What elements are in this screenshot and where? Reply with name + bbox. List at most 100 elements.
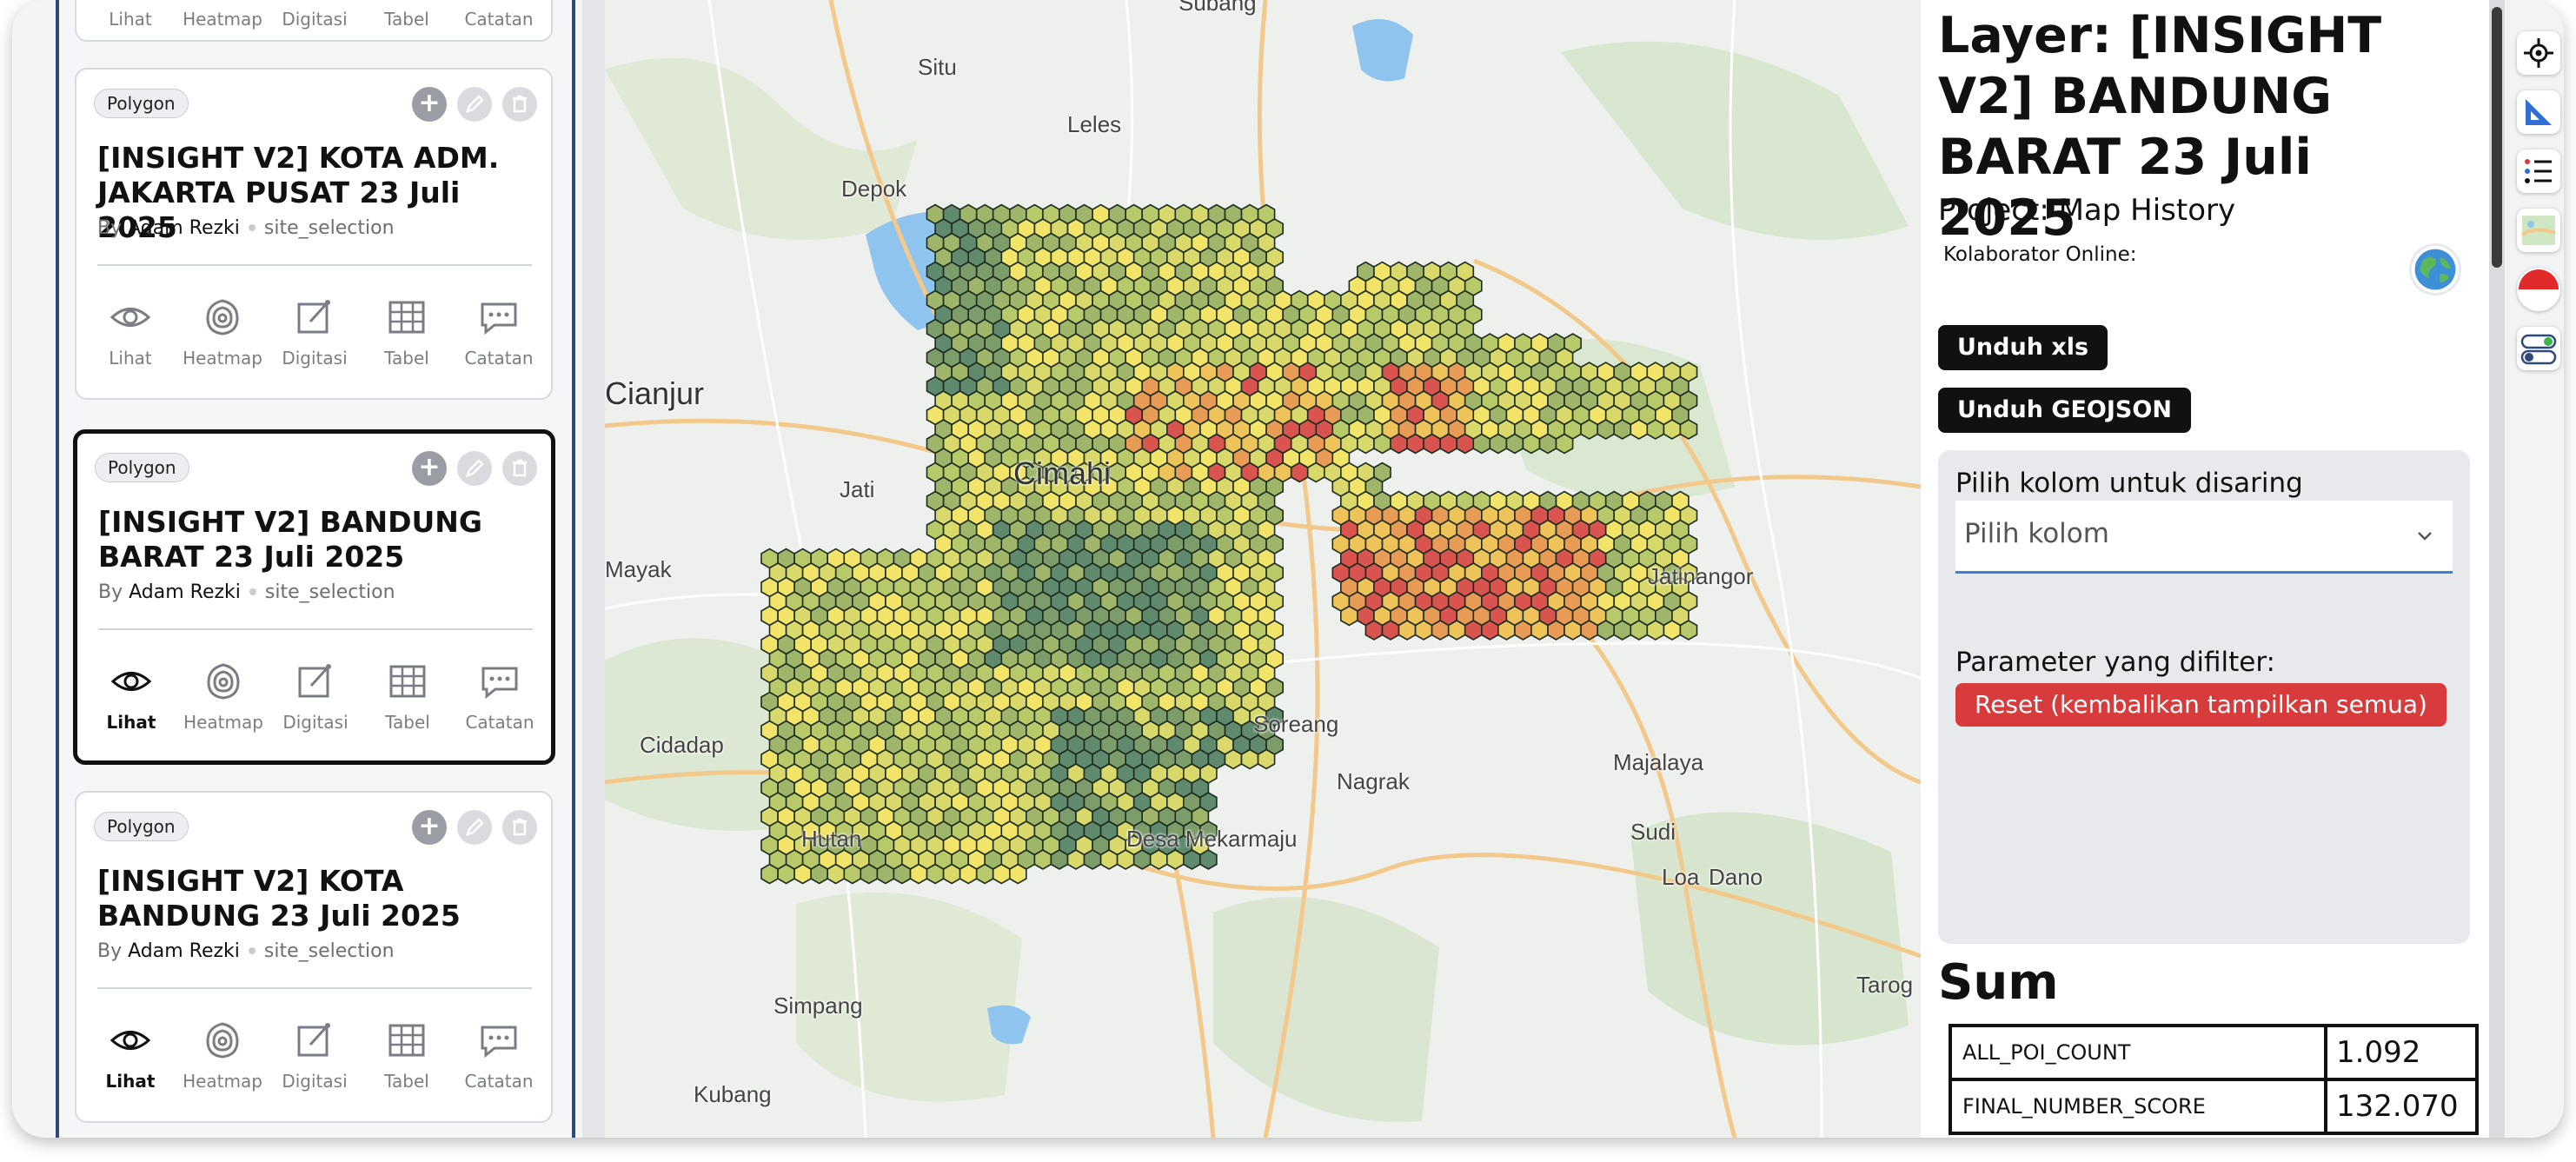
hex-cell[interactable] [1339, 605, 1358, 627]
action-digitize[interactable]: Digitasi [271, 2, 358, 30]
hex-cell[interactable] [1456, 433, 1475, 455]
map-canvas[interactable]: Subang Situ Leles Depok Cianjur Jati Cim… [605, 0, 1921, 1138]
hex-cell[interactable] [1008, 863, 1027, 885]
hex-cell[interactable] [1414, 620, 1433, 641]
hex-cell[interactable] [810, 863, 829, 885]
action-heatmap[interactable]: Heatmap [179, 287, 266, 369]
hex-cell[interactable] [1050, 849, 1069, 870]
hex-cell[interactable] [1646, 419, 1665, 440]
action-table[interactable]: Tabel [363, 2, 450, 30]
hex-cell[interactable] [1555, 433, 1574, 455]
layer-card-partial[interactable]: Lihat Heatmap Digitasi Tabel Catatan [75, 0, 553, 42]
hex-cell[interactable] [1464, 620, 1483, 641]
hex-cell[interactable] [1398, 620, 1417, 641]
edit-icon[interactable] [457, 810, 492, 845]
hex-cell[interactable] [1357, 433, 1375, 455]
action-notes[interactable]: Catatan [455, 2, 542, 30]
hex-cell[interactable] [876, 863, 895, 885]
hex-cell[interactable] [1663, 620, 1682, 641]
hex-cell[interactable] [1290, 461, 1309, 483]
hex-cell[interactable] [760, 863, 779, 885]
hex-cell[interactable] [1306, 461, 1325, 483]
action-heatmap[interactable]: Heatmap [179, 1010, 266, 1092]
hex-cell[interactable] [1514, 620, 1532, 641]
hex-cell[interactable] [1630, 620, 1649, 641]
legend-list-icon[interactable] [2517, 149, 2560, 193]
hex-cell[interactable] [1522, 433, 1541, 455]
basemap-icon[interactable] [2517, 209, 2560, 252]
hex-cell[interactable] [1597, 419, 1615, 440]
hex-cell[interactable] [1199, 849, 1218, 870]
location-icon[interactable] [2517, 31, 2560, 75]
hex-cell[interactable] [893, 863, 912, 885]
hex-cell[interactable] [926, 863, 945, 885]
hex-cell[interactable] [1547, 620, 1565, 641]
action-heatmap[interactable]: Heatmap [179, 2, 266, 30]
hex-cell[interactable] [942, 863, 961, 885]
delete-icon[interactable] [502, 451, 537, 486]
hex-cell[interactable] [1406, 433, 1424, 455]
hex-cell[interactable] [1132, 849, 1152, 870]
layer-card[interactable]: Polygon + [INSIGHT V2] KOTA ADM. JAKARTA P… [75, 68, 553, 400]
hex-cell[interactable] [843, 863, 862, 885]
hex-cell[interactable] [1116, 849, 1135, 870]
hex-cell[interactable] [909, 863, 928, 885]
toggle-icon[interactable] [2517, 327, 2560, 370]
layer-title[interactable]: [INSIGHT V2] BANDUNG BARAT 23 Juli 2025 [98, 505, 541, 574]
layer-card[interactable]: Polygon + [INSIGHT V2] BANDUNG BARAT 23 Ju… [73, 429, 555, 765]
hex-cell[interactable] [1224, 748, 1243, 770]
hex-cell[interactable] [1679, 620, 1698, 641]
hex-cell[interactable] [1099, 849, 1119, 870]
hex-cell[interactable] [1390, 433, 1408, 455]
hex-cell[interactable] [1431, 620, 1450, 641]
delete-icon[interactable] [502, 810, 537, 845]
action-notes[interactable]: Catatan [455, 1010, 542, 1092]
scrollbar-thumb[interactable] [2492, 7, 2502, 268]
hex-cell[interactable] [1630, 419, 1649, 440]
map-resize-handle[interactable] [582, 0, 605, 1138]
hex-cell[interactable] [1489, 433, 1508, 455]
layer-title[interactable]: [INSIGHT V2] KOTA BANDUNG 23 Juli 2025 [97, 864, 541, 933]
hex-cell[interactable] [959, 863, 978, 885]
flag-id-icon[interactable] [2517, 268, 2560, 311]
hex-cell[interactable] [1530, 620, 1549, 641]
hex-cell[interactable] [1364, 620, 1384, 641]
hex-cell[interactable] [1240, 748, 1259, 770]
hex-cell[interactable] [975, 863, 994, 885]
hex-cell[interactable] [1613, 620, 1632, 641]
hex-cell[interactable] [1646, 620, 1665, 641]
action-table[interactable]: Tabel [364, 651, 451, 733]
hex-cell[interactable] [1663, 419, 1682, 440]
hex-cell[interactable] [992, 863, 1011, 885]
hex-cell[interactable] [1423, 433, 1442, 455]
hex-cell[interactable] [1439, 433, 1458, 455]
hex-cell[interactable] [1447, 620, 1466, 641]
hex-cell[interactable] [1580, 620, 1598, 641]
hex-cell[interactable] [1182, 849, 1201, 870]
action-view[interactable]: Lihat [87, 1010, 174, 1092]
hex-cell[interactable] [1505, 433, 1524, 455]
hex-cell[interactable] [1149, 849, 1168, 870]
action-digitize[interactable]: Digitasi [271, 1010, 358, 1092]
hex-cell[interactable] [1165, 849, 1185, 870]
hex-cell[interactable] [1597, 620, 1615, 641]
hex-cell[interactable] [1497, 620, 1516, 641]
hex-cell[interactable] [1083, 849, 1102, 870]
hex-cell[interactable] [1066, 849, 1086, 870]
action-notes[interactable]: Catatan [456, 651, 543, 733]
edit-icon[interactable] [457, 87, 492, 122]
edit-icon[interactable] [457, 451, 492, 486]
hex-cell[interactable] [1564, 620, 1582, 641]
hex-cell[interactable] [827, 863, 846, 885]
delete-icon[interactable] [502, 87, 537, 122]
add-icon[interactable]: + [412, 87, 447, 122]
hex-cell[interactable] [860, 863, 879, 885]
hex-cell[interactable] [793, 863, 812, 885]
action-heatmap[interactable]: Heatmap [180, 651, 267, 733]
action-notes[interactable]: Catatan [455, 287, 542, 369]
hex-cell[interactable] [1679, 419, 1698, 440]
hex-cell[interactable] [1472, 433, 1491, 455]
layer-card[interactable]: Polygon + [INSIGHT V2] KOTA BANDUNG 23 Jul… [75, 791, 553, 1123]
hex-cell[interactable] [1480, 620, 1499, 641]
download-xls-button[interactable]: Unduh xls [1938, 325, 2108, 370]
